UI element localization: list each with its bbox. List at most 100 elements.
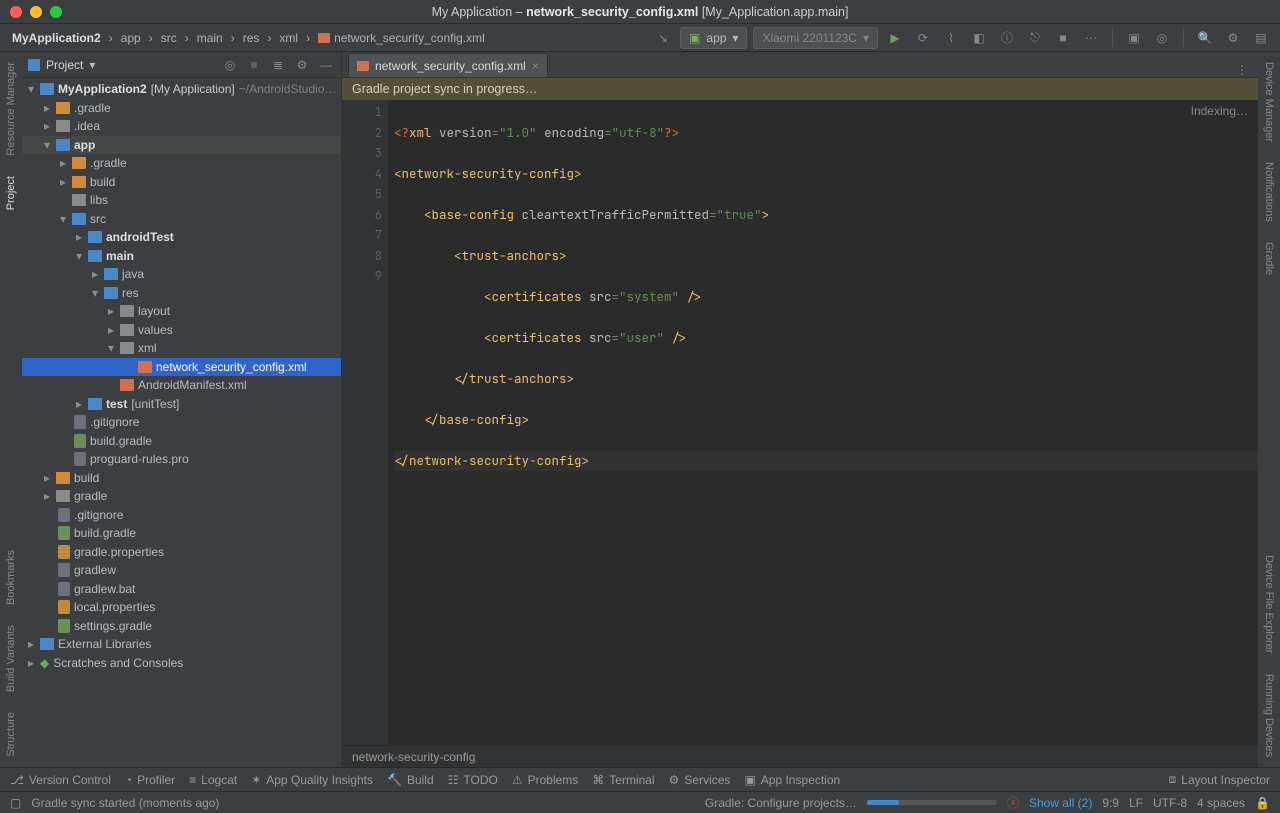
tool-bookmarks[interactable]: Bookmarks: [3, 540, 19, 615]
tree-src[interactable]: src: [22, 210, 341, 229]
tool-terminal[interactable]: ⌘Terminal: [592, 773, 654, 787]
tool-windows-toggle-icon[interactable]: ▢: [10, 796, 21, 810]
tool-version-control[interactable]: ⎇Version Control: [10, 773, 111, 787]
tree-app-build[interactable]: build: [22, 173, 341, 192]
stop-icon[interactable]: ■: [1052, 27, 1074, 49]
status-encoding[interactable]: UTF-8: [1153, 796, 1187, 810]
tree-layout[interactable]: layout: [22, 302, 341, 321]
crumb-project[interactable]: MyApplication2: [8, 31, 105, 45]
tree-app-gitignore[interactable]: .gitignore: [22, 413, 341, 432]
tree-nsc-file[interactable]: network_security_config.xml: [22, 358, 341, 377]
tree-java[interactable]: java: [22, 265, 341, 284]
coverage-icon[interactable]: ◧: [968, 27, 990, 49]
tool-app-inspection[interactable]: ▣App Inspection: [744, 773, 840, 787]
tool-notifications[interactable]: Notifications: [1261, 152, 1277, 232]
notifications-icon[interactable]: ▤: [1250, 27, 1272, 49]
tree-root-gradle[interactable]: gradle: [22, 487, 341, 506]
hide-tool-window-icon[interactable]: —: [317, 56, 335, 74]
crumb-file[interactable]: network_security_config.xml: [314, 31, 489, 45]
select-opened-file-icon[interactable]: ◎: [221, 56, 239, 74]
tree-manifest[interactable]: AndroidManifest.xml: [22, 376, 341, 395]
tool-running-devices[interactable]: Running Devices: [1261, 664, 1277, 767]
tool-structure[interactable]: Structure: [3, 702, 19, 767]
tool-resource-manager[interactable]: Resource Manager: [3, 52, 19, 166]
status-line-separator[interactable]: LF: [1129, 796, 1143, 810]
minimize-window-button[interactable]: [30, 6, 42, 18]
tree-ext-libs[interactable]: External Libraries: [22, 635, 341, 654]
tool-layout-inspector[interactable]: ⧈Layout Inspector: [1169, 772, 1270, 787]
tree-app-buildgradle[interactable]: build.gradle: [22, 432, 341, 451]
tree-local-props[interactable]: local.properties: [22, 598, 341, 617]
tree-app[interactable]: app: [22, 136, 341, 155]
tree-main[interactable]: main: [22, 247, 341, 266]
tree-app-gradle[interactable]: .gradle: [22, 154, 341, 173]
tree-idea-dir[interactable]: .idea: [22, 117, 341, 136]
avd-icon[interactable]: ◎: [1151, 27, 1173, 49]
tool-device-file-explorer[interactable]: Device File Explorer: [1261, 545, 1277, 663]
tool-profiler[interactable]: ◔Profiler: [125, 773, 175, 787]
sync-gradle-icon[interactable]: ↘︎: [652, 27, 674, 49]
profile-icon[interactable]: ⓘ: [996, 27, 1018, 49]
code-content[interactable]: <?xml version="1.0" encoding="utf-8"?> <…: [388, 100, 1258, 745]
adb-icon[interactable]: ▣: [1123, 27, 1145, 49]
tool-logcat[interactable]: ≡Logcat: [189, 773, 237, 787]
tree-proguard[interactable]: proguard-rules.pro: [22, 450, 341, 469]
tree-gradle-props[interactable]: gradle.properties: [22, 543, 341, 562]
tool-device-manager[interactable]: Device Manager: [1261, 52, 1277, 152]
tree-androidtest[interactable]: androidTest: [22, 228, 341, 247]
tool-build[interactable]: 🔨Build: [387, 773, 434, 787]
device-selector-combo[interactable]: Xiaomi 2201123C: [753, 27, 878, 49]
editor-breadcrumb[interactable]: network-security-config: [342, 745, 1258, 767]
tool-settings-icon[interactable]: ⚙: [293, 56, 311, 74]
tree-res[interactable]: res: [22, 284, 341, 303]
tool-gradle[interactable]: Gradle: [1261, 232, 1277, 285]
tree-gradle-dir[interactable]: .gradle: [22, 99, 341, 118]
tree-gradlew[interactable]: gradlew: [22, 561, 341, 580]
debug-icon[interactable]: ⌇: [940, 27, 962, 49]
tool-app-quality[interactable]: ✶App Quality Insights: [251, 773, 373, 787]
tool-services[interactable]: ⚙Services: [669, 773, 731, 787]
tree-values[interactable]: values: [22, 321, 341, 340]
editor-tab-nsc[interactable]: network_security_config.xml ×: [348, 53, 548, 77]
tree-xml[interactable]: xml: [22, 339, 341, 358]
more-run-icon[interactable]: ⋯: [1080, 27, 1102, 49]
run-icon[interactable]: ▶: [884, 27, 906, 49]
maximize-window-button[interactable]: [50, 6, 62, 18]
apply-changes-icon[interactable]: ⟳: [912, 27, 934, 49]
search-everywhere-icon[interactable]: 🔍: [1194, 27, 1216, 49]
tree-settings-gradle[interactable]: settings.gradle: [22, 617, 341, 636]
breadcrumbs[interactable]: MyApplication2› app› src› main› res› xml…: [8, 31, 489, 45]
tool-todo[interactable]: ☷TODO: [448, 773, 498, 787]
readonly-lock-icon[interactable]: 🔒: [1255, 796, 1270, 810]
status-indent[interactable]: 4 spaces: [1197, 796, 1245, 810]
tree-gradlew-bat[interactable]: gradlew.bat: [22, 580, 341, 599]
tree-root-gitignore[interactable]: .gitignore: [22, 506, 341, 525]
tree-root-buildgradle[interactable]: build.gradle: [22, 524, 341, 543]
tree-root-build[interactable]: build: [22, 469, 341, 488]
tree-scratches[interactable]: ◆Scratches and Consoles: [22, 654, 341, 673]
status-show-all[interactable]: Show all (2): [1029, 796, 1092, 810]
close-tab-icon[interactable]: ×: [532, 59, 539, 73]
status-caret[interactable]: 9:9: [1102, 796, 1119, 810]
crumb-res[interactable]: res: [239, 31, 264, 45]
tool-build-variants[interactable]: Build Variants: [3, 615, 19, 702]
tool-problems[interactable]: ⚠Problems: [512, 773, 578, 787]
settings-icon[interactable]: ⚙: [1222, 27, 1244, 49]
tool-project[interactable]: Project: [3, 166, 19, 220]
project-view-name[interactable]: Project: [46, 58, 83, 72]
tab-list-icon[interactable]: ⋮: [1226, 63, 1258, 77]
tree-root[interactable]: MyApplication2 [My Application] ~/Androi…: [22, 80, 341, 99]
code-editor[interactable]: 123456789 <?xml version="1.0" encoding="…: [342, 100, 1258, 745]
collapse-all-icon[interactable]: ≣: [269, 56, 287, 74]
close-window-button[interactable]: [10, 6, 22, 18]
crumb-xml[interactable]: xml: [275, 31, 302, 45]
run-configuration-combo[interactable]: ▣app: [680, 27, 747, 49]
crumb-main[interactable]: main: [193, 31, 227, 45]
project-view-dropdown-icon[interactable]: [89, 58, 95, 72]
attach-debugger-icon[interactable]: ⎋: [1024, 27, 1046, 49]
cancel-task-icon[interactable]: ⓧ: [1007, 794, 1019, 811]
tree-test[interactable]: test [unitTest]: [22, 395, 341, 414]
crumb-src[interactable]: src: [157, 31, 181, 45]
crumb-app[interactable]: app: [117, 31, 145, 45]
expand-all-icon[interactable]: ≡: [245, 56, 263, 74]
